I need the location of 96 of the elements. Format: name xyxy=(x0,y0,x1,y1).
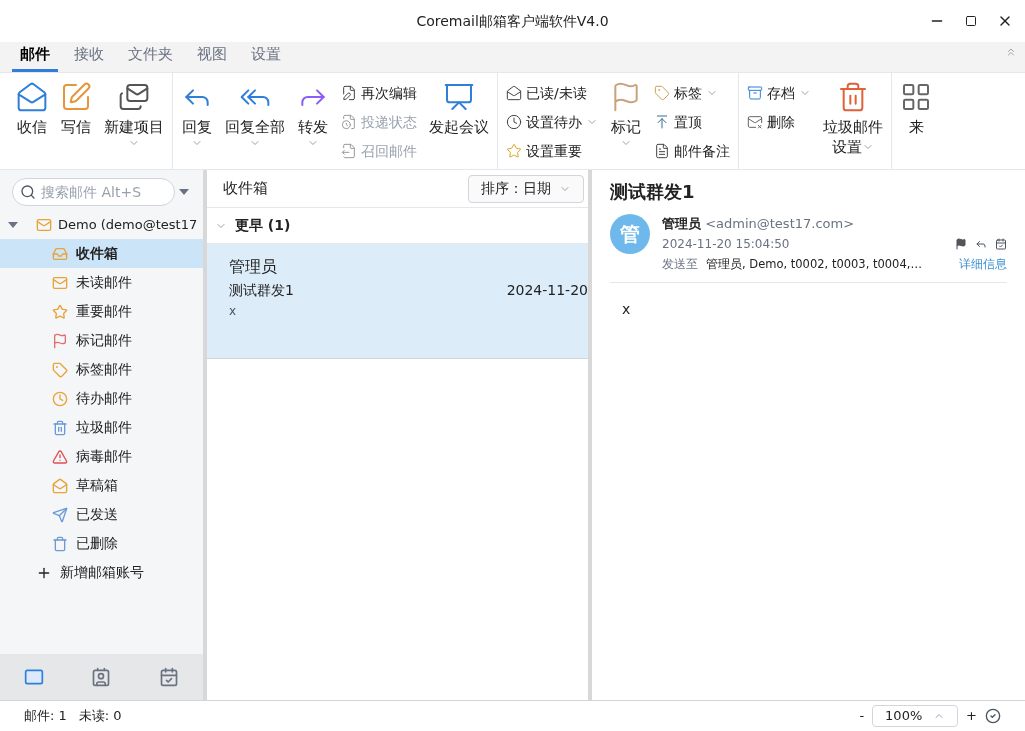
envelope-x-icon xyxy=(747,114,763,130)
folder-item[interactable]: 收件箱 xyxy=(0,239,203,268)
ribbon-tab[interactable]: 设置 xyxy=(243,42,289,72)
ribbon-item[interactable]: 设置重要 xyxy=(506,139,598,163)
folder-item[interactable]: 已发送 xyxy=(0,500,203,529)
maximize-icon[interactable] xyxy=(965,15,977,27)
ribbon-button[interactable]: 来 xyxy=(900,81,932,137)
ribbon-item[interactable]: 再次编辑 xyxy=(341,81,417,105)
search-icon xyxy=(20,184,36,200)
inbox-icon xyxy=(52,245,68,262)
zoom-out-button[interactable]: - xyxy=(855,706,869,726)
ribbon-item[interactable]: 标签 xyxy=(654,81,730,105)
recipients-label: 发送至 xyxy=(662,256,698,273)
add-account-item[interactable]: 新增邮箱账号 xyxy=(0,558,203,587)
folder-item[interactable]: 垃圾邮件 xyxy=(0,413,203,442)
folder-item[interactable]: 已删除 xyxy=(0,529,203,558)
message-date: 2024-11-20 xyxy=(506,281,588,300)
ribbon-item[interactable]: 邮件备注 xyxy=(654,139,730,163)
ribbon-tab[interactable]: 视图 xyxy=(189,42,235,72)
check-circle-icon[interactable] xyxy=(985,708,1001,724)
ribbon-button[interactable]: 回复全部 xyxy=(225,81,285,149)
archive-icon xyxy=(747,85,763,101)
sort-dropdown[interactable]: 排序：日期 xyxy=(468,174,584,203)
ribbon-button[interactable]: 发起会议 xyxy=(429,81,489,137)
email-subject: 测试群发1 xyxy=(610,180,696,204)
clock-icon xyxy=(506,114,522,130)
tag-icon xyxy=(52,361,68,378)
email-body: x xyxy=(621,300,632,319)
grid-icon xyxy=(900,81,932,113)
ribbon-tab[interactable]: 文件夹 xyxy=(120,42,181,72)
envelope-icon xyxy=(36,216,52,233)
sent-time: 2024-11-20 15:04:50 xyxy=(662,236,790,253)
window-title: Coremail邮箱客户端软件V4.0 xyxy=(416,11,609,31)
message-preview: x xyxy=(229,303,238,320)
ribbon-button[interactable]: 垃圾邮件 设置 xyxy=(823,81,883,157)
flag-icon[interactable] xyxy=(955,238,967,250)
envelope-open-icon xyxy=(16,81,48,113)
zoom-in-button[interactable]: + xyxy=(962,706,981,726)
message-sender: 管理员 xyxy=(229,256,278,278)
recipients: 管理员, Demo, t0002, t0003, t0004,… xyxy=(706,256,923,273)
folder-item[interactable]: 标记邮件 xyxy=(0,326,203,355)
envelope-icon xyxy=(52,274,68,291)
unread-count: 未读: 0 xyxy=(78,707,122,726)
trash-icon xyxy=(837,81,869,113)
folder-item[interactable]: 重要邮件 xyxy=(0,297,203,326)
sender-line: 管理员 <admin@test17.com> xyxy=(662,215,856,233)
message-item[interactable]: 管理员 测试群发1 2024-11-20 x xyxy=(207,244,588,359)
folder-item[interactable]: 待办邮件 xyxy=(0,384,203,413)
dropdown-arrow-icon[interactable] xyxy=(179,189,189,195)
folder-item[interactable]: 未读邮件 xyxy=(0,268,203,297)
folder-item[interactable]: 标签邮件 xyxy=(0,355,203,384)
ribbon-item[interactable]: 存档 xyxy=(747,81,811,105)
document-clock-icon xyxy=(341,114,357,130)
details-link[interactable]: 详细信息 xyxy=(959,254,1007,274)
ribbon-button[interactable]: 回复 xyxy=(181,81,213,149)
ribbon-tab[interactable]: 接收 xyxy=(66,42,112,72)
pen-icon xyxy=(60,81,92,113)
sender-avatar: 管 xyxy=(610,214,650,254)
clock-icon xyxy=(52,390,68,407)
presentation-icon xyxy=(443,81,475,113)
ribbon-item[interactable]: 删除 xyxy=(747,110,811,134)
trash-icon xyxy=(52,535,68,552)
send-icon xyxy=(52,506,68,523)
ribbon-item[interactable]: 已读/未读 xyxy=(506,81,598,105)
envelope-open-icon xyxy=(52,477,68,494)
envelopes-icon xyxy=(118,81,150,113)
ribbon-button[interactable]: 新建项目 xyxy=(104,81,164,149)
warning-icon xyxy=(52,448,68,465)
flag-icon xyxy=(52,332,68,349)
ribbon-button[interactable]: 写信 xyxy=(60,81,92,137)
list-title: 收件箱 xyxy=(223,178,268,200)
ribbon-item[interactable]: 置顶 xyxy=(654,110,730,134)
zoom-field[interactable]: 100% xyxy=(872,705,959,727)
star-icon xyxy=(52,303,68,320)
trash-icon xyxy=(52,419,68,436)
document-icon xyxy=(341,143,357,159)
account-item[interactable]: Demo (demo@test17 xyxy=(0,210,203,239)
calendar-icon[interactable] xyxy=(995,238,1007,250)
calendar-icon[interactable] xyxy=(159,667,180,687)
star-icon xyxy=(506,143,522,159)
note-icon xyxy=(654,143,670,159)
folder-item[interactable]: 草稿箱 xyxy=(0,471,203,500)
edit-icon xyxy=(341,85,357,101)
contacts-icon[interactable] xyxy=(91,667,112,687)
tag-icon xyxy=(654,85,670,101)
message-subject: 测试群发1 xyxy=(229,281,294,300)
envelope-icon xyxy=(506,85,522,101)
folder-item[interactable]: 病毒邮件 xyxy=(0,442,203,471)
ribbon-item[interactable]: 设置待办 xyxy=(506,110,598,134)
ribbon-button[interactable]: 收信 xyxy=(16,81,48,137)
search-field[interactable]: 搜索邮件 Alt+S xyxy=(12,178,175,206)
ribbon-button[interactable]: 转发 xyxy=(297,81,329,149)
pin-top-icon xyxy=(654,114,670,130)
mail-count: 邮件: 1 xyxy=(24,707,67,726)
reply-icon[interactable] xyxy=(975,238,987,250)
ribbon-button[interactable]: 标记 xyxy=(610,81,642,149)
